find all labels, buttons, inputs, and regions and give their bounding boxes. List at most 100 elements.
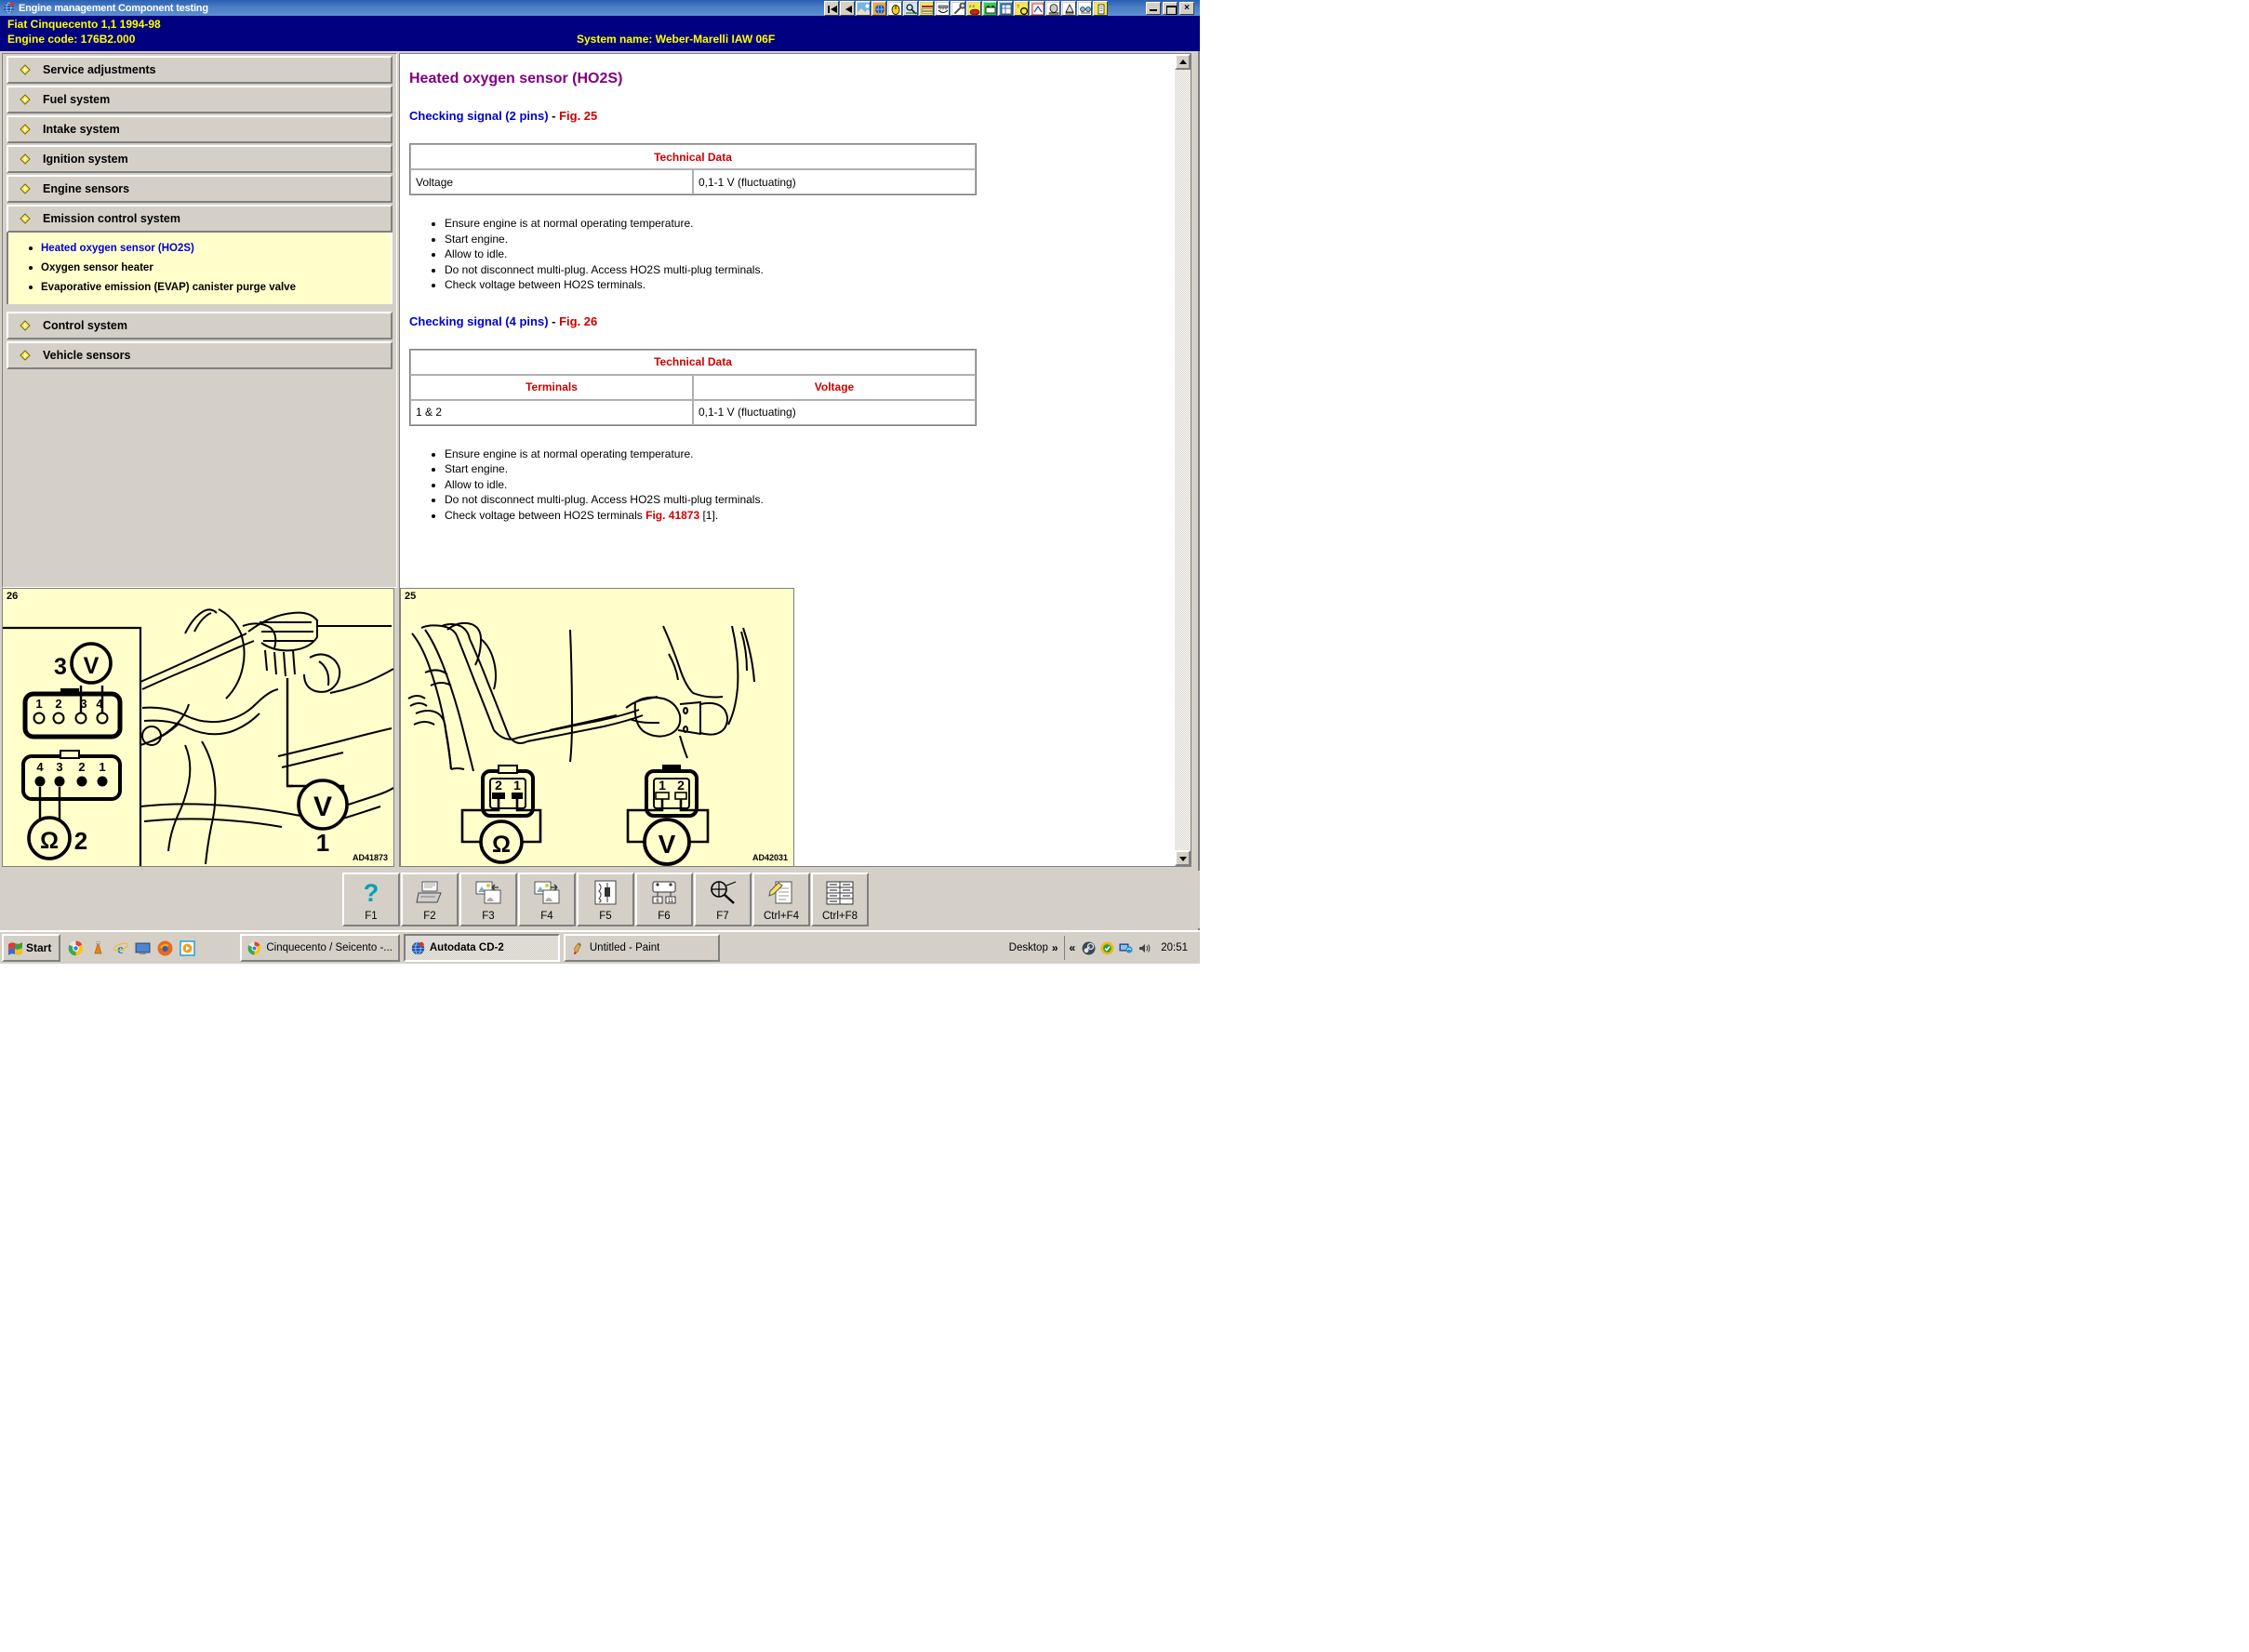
antivirus-shield-icon[interactable] [1100,941,1114,955]
sidebar-item-engine-sensors[interactable]: Engine sensors [7,175,393,203]
fkey-previous-image[interactable]: F3 [459,873,517,926]
desktop-toolbar-label[interactable]: Desktop [1009,942,1048,953]
sidebar-item-service-adjustments[interactable]: Service adjustments [7,56,393,84]
tray-icon-area: « 20:51 [1063,936,1200,960]
sidebar-item-intake-system[interactable]: Intake system [7,115,393,143]
fkey-help[interactable]: ? F1 [342,873,400,926]
close-button[interactable]: × [1179,2,1194,15]
figure-panel-25[interactable]: 25 AD42031 2 1 Ω 1 2 V [400,588,794,867]
fkey-wiring-diagram[interactable]: F5 [577,873,634,926]
taskbar-button-chrome-window[interactable]: Cinquecento / Seicento -... [240,934,400,962]
fkey-component-location[interactable]: 6 11 F6 [635,873,693,926]
sidebar-item-emission-control-system[interactable]: Emission control system [7,205,393,233]
figure-panel-26[interactable]: 26 AD41873 V 1 1 2 3 4 V 3 4 3 2 1 Ω 2 [2,588,394,867]
sidebar-item-ignition-system[interactable]: Ignition system [7,145,393,173]
table-caption-cell: Technical Data [410,144,976,169]
diamond-right-icon [17,180,33,197]
first-record-icon[interactable] [824,0,839,16]
zoom-tool-icon [696,874,750,911]
sidebar-item-label: Engine sensors [43,182,130,195]
section-heading-2pins[interactable]: Checking signal (2 pins) - Fig. 25 [409,109,1191,123]
figure-reference-link[interactable]: Fig. 25 [559,109,597,123]
vlc-icon[interactable] [90,940,106,956]
table-caption-row: Technical Data [410,144,976,169]
sidebar-subitem-evap-canister-purge-valve[interactable]: Evaporative emission (EVAP) canister pur… [8,277,391,297]
sidebar-item-fuel-system[interactable]: Fuel system [7,86,393,113]
figure-code: AD41873 [352,853,388,862]
sidebar-item-control-system[interactable]: Control system [7,312,393,340]
section-heading-4pins[interactable]: Checking signal (4 pins) - Fig. 26 [409,314,1191,328]
firefox-icon[interactable] [157,940,173,956]
search-vehicle-icon[interactable] [903,0,918,16]
battery-icon[interactable] [982,0,997,16]
diamond-down-icon [17,210,33,227]
sidebar-item-label: Vehicle sensors [43,349,131,362]
component-testing-icon[interactable] [1030,0,1045,16]
sidebar-subitem-label: Evaporative emission (EVAP) canister pur… [41,281,296,293]
fkey-print[interactable]: F2 [401,873,459,926]
glow-plug-icon[interactable] [1061,0,1076,16]
key-programming-icon[interactable] [1077,0,1092,16]
sidebar-subitem-oxygen-sensor-heater[interactable]: Oxygen sensor heater [8,258,391,277]
figure-number: 26 [7,591,19,602]
list-item: Check voltage between HO2S terminals. [445,277,1191,293]
section-heading-text: Checking signal (4 pins) [409,313,549,328]
network-icon[interactable] [1119,941,1133,955]
fkey-notes[interactable]: Ctrl+F4 [752,873,810,926]
mouse-icon[interactable] [887,0,902,16]
svg-text:Ω: Ω [492,832,511,858]
globe-icon[interactable] [872,0,886,16]
spanner-icon[interactable] [951,0,965,16]
maximize-restore-button[interactable] [1163,2,1178,15]
notes-icon[interactable] [1093,0,1108,16]
tyre-data-icon[interactable]: 2 3 [966,0,981,16]
procedure-steps-2pins: Ensure engine is at normal operating tem… [409,216,1191,293]
figure-25-drawing: 2 1 Ω 1 2 V [401,589,793,866]
vehicle-photo-icon[interactable] [856,0,871,16]
table-row: 1 & 2 0,1-1 V (fluctuating) [410,399,976,425]
tray-expand-chevron-icon[interactable]: « [1070,941,1076,954]
table-cell-value: 0,1-1 V (fluctuating) [693,169,976,194]
media-player-icon[interactable] [180,939,196,956]
svg-text:11: 11 [668,899,674,904]
airbag-icon[interactable] [1045,0,1060,16]
navigation-sidebar: Service adjustments Fuel system Intake s… [2,53,397,588]
svg-text:2: 2 [55,697,61,711]
show-desktop-icon[interactable] [135,940,151,956]
steam-icon[interactable] [1082,941,1096,955]
fkey-label: F4 [540,911,553,922]
internet-explorer-icon[interactable]: e [113,940,129,956]
fkey-next-image[interactable]: F4 [518,873,576,926]
chrome-icon[interactable] [68,940,84,956]
figure-number: 25 [405,591,417,602]
figure-link-41873[interactable]: Fig. 41873 [645,509,699,522]
taskbar-button-label: Autodata CD-2 [429,942,504,953]
table-cell-parameter: Voltage [410,169,693,194]
timing-belt-icon[interactable]: ? [1014,0,1029,16]
taskbar-clock[interactable]: 20:51 [1161,942,1188,953]
volume-icon[interactable] [1138,941,1151,955]
wiring-diagram-icon[interactable] [919,0,934,16]
list-item-text: Check voltage between HO2S terminals [445,508,646,522]
minimize-button[interactable] [1146,2,1161,15]
chevron-expand-icon[interactable]: » [1052,941,1058,954]
figure-reference-link[interactable]: Fig. 26 [559,314,597,328]
wiring-diagram-icon [579,874,632,911]
scroll-up-button[interactable] [1175,54,1191,70]
sidebar-item-vehicle-sensors[interactable]: Vehicle sensors [7,341,393,369]
fkey-table-grid[interactable]: Ctrl+F8 [811,873,869,926]
fkey-zoom-tool[interactable]: F7 [694,873,752,926]
main-toolbar: 2 3 ? [824,0,1109,16]
taskbar-button-autodata[interactable]: Autodata CD-2 [403,934,560,962]
start-button[interactable]: Start [2,934,61,962]
fkey-label: Ctrl+F8 [821,911,858,922]
service-schedule-icon[interactable] [998,0,1013,16]
engine-layout-icon[interactable] [935,0,950,16]
list-item: Allow to idle. [445,246,1191,262]
previous-record-icon[interactable] [840,0,855,16]
bullet-icon [29,265,33,270]
diamond-right-icon [17,91,33,108]
taskbar-button-paint[interactable]: Untitled - Paint [563,934,720,962]
sidebar-subitem-heated-oxygen-sensor[interactable]: Heated oxygen sensor (HO2S) [8,238,391,258]
vehicle-header-band: Fiat Cinquecento 1,1 1994-98 Engine code… [0,16,1200,51]
